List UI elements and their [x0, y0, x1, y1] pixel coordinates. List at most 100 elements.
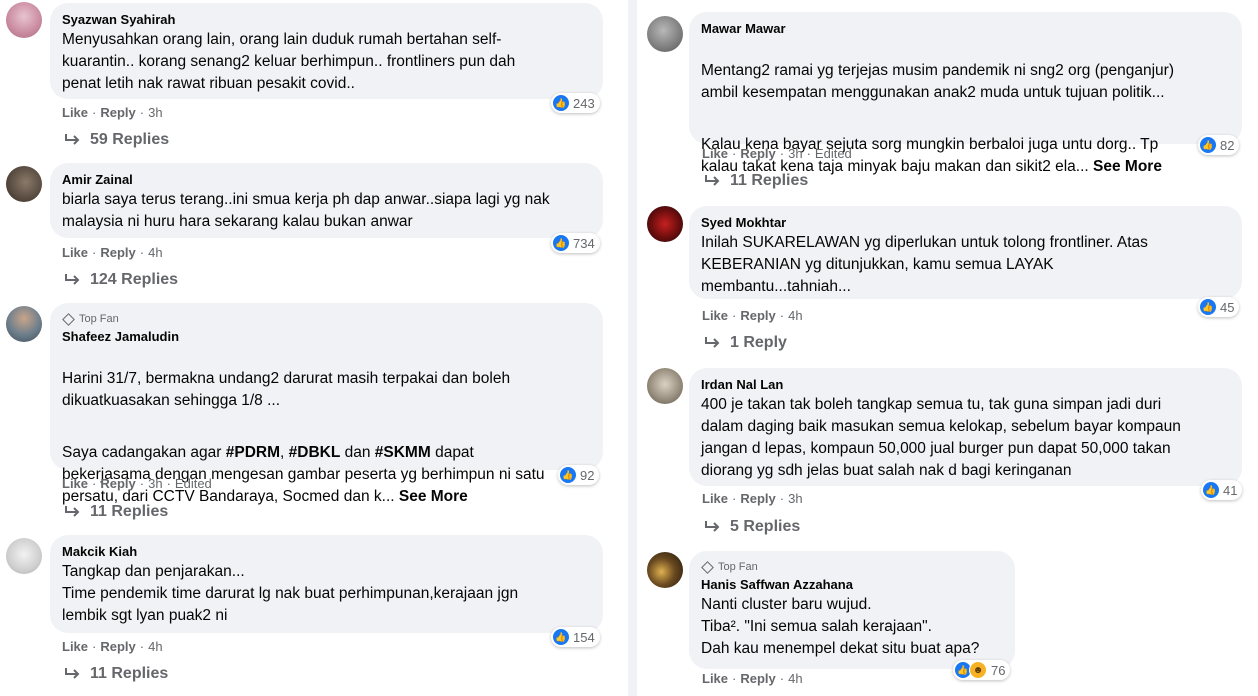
avatar[interactable]	[647, 16, 683, 52]
comment-author[interactable]: Amir Zainal	[62, 171, 591, 189]
comment-bubble: Top Fan Hanis Saffwan Azzahana Nanti clu…	[689, 551, 1015, 669]
like-link[interactable]: Like	[702, 146, 728, 161]
avatar[interactable]	[6, 538, 42, 574]
reaction-count[interactable]: 👍 41	[1201, 480, 1243, 500]
reply-link[interactable]: Reply	[740, 146, 775, 161]
dot-separator: ·	[139, 639, 145, 654]
column-divider	[628, 0, 637, 696]
comment-timestamp[interactable]: 4h	[788, 671, 802, 686]
avatar[interactable]	[6, 2, 42, 38]
dot-separator: ·	[806, 146, 811, 161]
reaction-count[interactable]: 👍 82	[1198, 135, 1240, 155]
comment: Top Fan Hanis Saffwan Azzahana Nanti clu…	[638, 548, 1258, 696]
comment-text: Nanti cluster baru wujud. Tiba². "Ini se…	[701, 594, 1003, 660]
dot-separator: ·	[732, 671, 737, 686]
like-link[interactable]: Like	[62, 476, 88, 491]
comment-author[interactable]: Shafeez Jamaludin	[62, 328, 591, 346]
reaction-count-value: 92	[580, 467, 595, 483]
comment-actions: Like · Reply · 4h	[702, 308, 803, 323]
top-fan-badge: Top Fan	[701, 560, 1003, 574]
comment-text: biarla saya terus terang..ini smua kerja…	[62, 189, 591, 233]
comment-timestamp[interactable]: 3h	[788, 491, 802, 506]
comment-timestamp[interactable]: 4h	[788, 308, 802, 323]
comment-actions: Like · Reply · 4h	[62, 245, 163, 260]
comments-column-left: Syazwan Syahirah Menyusahkan orang lain,…	[0, 0, 627, 696]
dot-separator: ·	[166, 476, 171, 491]
comment-bubble: Syed Mokhtar Inilah SUKARELAWAN yg diper…	[689, 206, 1242, 299]
avatar[interactable]	[647, 368, 683, 404]
comment-author[interactable]: Syazwan Syahirah	[62, 11, 591, 29]
like-link[interactable]: Like	[62, 105, 88, 120]
reply-link[interactable]: Reply	[740, 491, 775, 506]
reply-link[interactable]: Reply	[100, 639, 135, 654]
like-link[interactable]: Like	[62, 639, 88, 654]
comment: Mawar Mawar Mentang2 ramai yg terjejas m…	[638, 0, 1258, 200]
comment-actions: Like · Reply · 3h · Edited	[62, 476, 212, 491]
reply-link[interactable]: Reply	[740, 671, 775, 686]
like-reaction-icon: 👍	[560, 467, 576, 483]
comment-author[interactable]: Irdan Nal Lan	[701, 376, 1230, 394]
reaction-count[interactable]: 👍 243	[551, 93, 600, 113]
like-reaction-icon: 👍	[1200, 137, 1216, 153]
comment-paragraph: Tangkap dan penjarakan... Time pendemik …	[62, 563, 519, 624]
comment-author[interactable]: Hanis Saffwan Azzahana	[701, 576, 1003, 594]
comment-author[interactable]: Makcik Kiah	[62, 543, 591, 561]
like-link[interactable]: Like	[702, 308, 728, 323]
like-link[interactable]: Like	[62, 245, 88, 260]
like-reaction-icon: 👍	[553, 95, 569, 111]
replies-label: 11 Replies	[90, 665, 169, 682]
avatar-image	[647, 16, 683, 52]
reply-link[interactable]: Reply	[740, 308, 775, 323]
comment-timestamp[interactable]: 4h	[148, 245, 162, 260]
dot-separator: ·	[139, 105, 145, 120]
reply-arrow-icon	[705, 337, 720, 348]
reaction-count[interactable]: 👍 734	[551, 233, 600, 253]
comment-timestamp[interactable]: 3h	[148, 105, 162, 120]
see-more-link[interactable]: See More	[399, 488, 468, 505]
reaction-count-value: 41	[1223, 482, 1238, 498]
reply-link[interactable]: Reply	[100, 105, 135, 120]
dot-separator: ·	[732, 308, 737, 323]
reply-link[interactable]: Reply	[100, 476, 135, 491]
see-more-link[interactable]: See More	[1093, 158, 1162, 175]
reply-link[interactable]: Reply	[100, 245, 135, 260]
comment-timestamp[interactable]: 3h	[148, 476, 162, 491]
dot-separator: ·	[732, 491, 737, 506]
reaction-count-value: 45	[1220, 299, 1235, 315]
comment-timestamp[interactable]: 3h	[788, 146, 802, 161]
avatar[interactable]	[6, 166, 42, 202]
comment-bubble: Makcik Kiah Tangkap dan penjarakan... Ti…	[50, 535, 603, 633]
reply-arrow-icon	[65, 134, 80, 145]
reaction-count-value: 243	[573, 95, 595, 111]
comment-author[interactable]: Syed Mokhtar	[701, 214, 1230, 232]
view-replies-link[interactable]: 11 Replies	[64, 503, 168, 521]
avatar[interactable]	[6, 306, 42, 342]
replies-label: 11 Replies	[730, 172, 809, 189]
avatar-image	[6, 166, 42, 202]
badge-label: Top Fan	[79, 313, 119, 325]
view-replies-link[interactable]: 11 Replies	[704, 172, 808, 190]
like-reaction-icon: 👍	[1203, 482, 1219, 498]
reaction-count[interactable]: 👍 154	[551, 627, 600, 647]
view-replies-link[interactable]: 124 Replies	[64, 271, 178, 289]
hashtag-link[interactable]: #SKMM	[375, 444, 431, 461]
like-link[interactable]: Like	[702, 491, 728, 506]
hashtag-link[interactable]: #DBKL	[289, 444, 341, 461]
view-replies-link[interactable]: 11 Replies	[64, 665, 168, 683]
dot-separator: ·	[732, 146, 737, 161]
like-link[interactable]: Like	[702, 671, 728, 686]
comment-actions: Like · Reply · 3h	[62, 105, 163, 120]
view-replies-link[interactable]: 59 Replies	[64, 131, 169, 149]
view-replies-link[interactable]: 5 Replies	[704, 518, 800, 536]
avatar[interactable]	[647, 552, 683, 588]
avatar[interactable]	[647, 206, 683, 242]
hashtag-link[interactable]: #PDRM	[226, 444, 280, 461]
view-replies-link[interactable]: 1 Reply	[704, 334, 787, 352]
comment: Syed Mokhtar Inilah SUKARELAWAN yg diper…	[638, 200, 1258, 362]
reaction-count[interactable]: 👍 92	[558, 465, 600, 485]
reaction-count[interactable]: 👍 ☻ 76	[953, 660, 1011, 680]
comment-timestamp[interactable]: 4h	[148, 639, 162, 654]
comment-author[interactable]: Mawar Mawar	[701, 20, 1230, 38]
dot-separator: ·	[139, 245, 145, 260]
reaction-count[interactable]: 👍 45	[1198, 297, 1240, 317]
